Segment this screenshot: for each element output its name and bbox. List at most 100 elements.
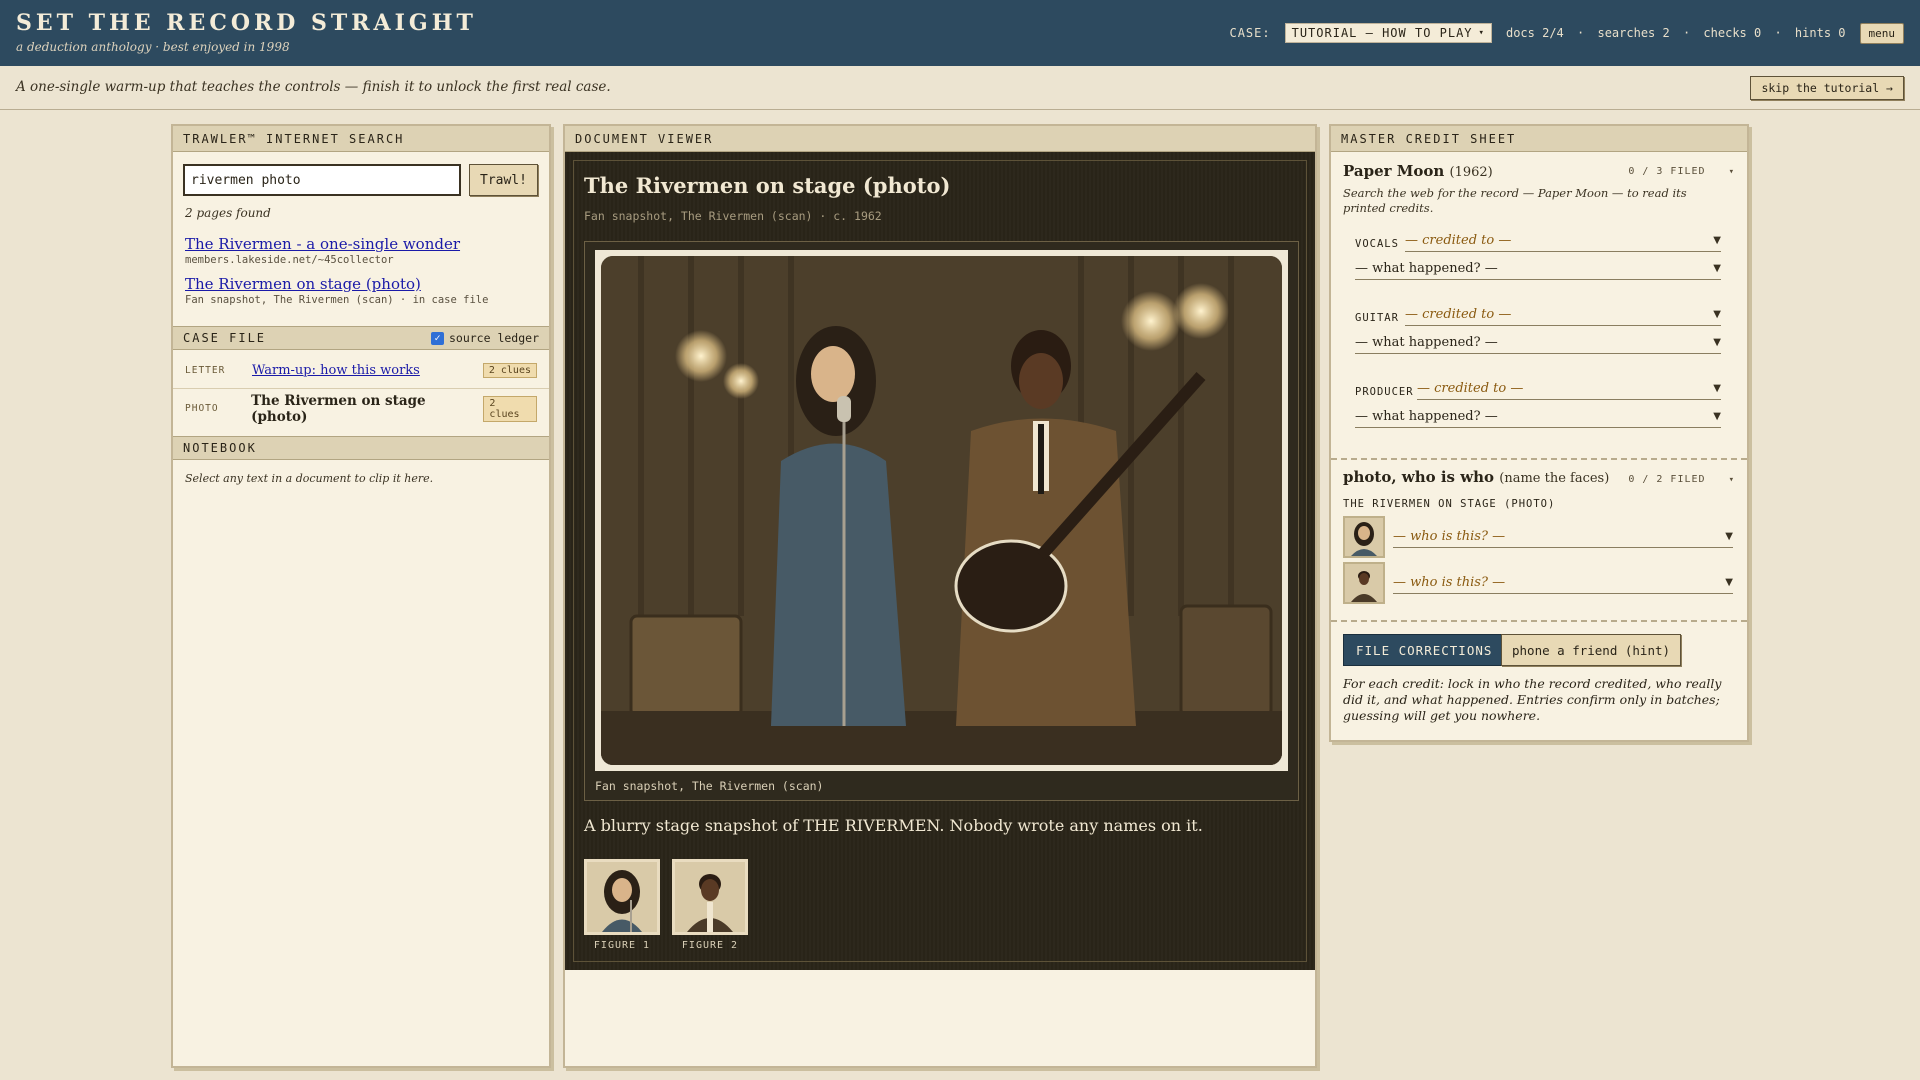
guitarist-portrait-icon bbox=[675, 862, 745, 932]
search-input[interactable]: rivermen photo bbox=[183, 164, 461, 196]
guitarist-face-icon bbox=[1345, 564, 1383, 602]
photo-section-subcaption: THE RIVERMEN ON STAGE (PHOTO) bbox=[1343, 498, 1556, 510]
file-corrections-button[interactable]: FILE CORRECTIONS bbox=[1343, 634, 1506, 666]
stage-photo-illustration bbox=[601, 256, 1282, 765]
chevron-down-icon: ▾ bbox=[1478, 28, 1485, 38]
document-surface: The Rivermen on stage (photo) Fan snapsh… bbox=[565, 152, 1315, 970]
record-filed-count[interactable]: 0 / 3 FILED ▾ bbox=[1628, 166, 1735, 177]
figure-label: FIGURE 2 bbox=[681, 940, 739, 951]
results-count: 2 pages found bbox=[185, 206, 271, 220]
case-item-type: LETTER bbox=[185, 364, 226, 376]
singer-portrait-icon bbox=[587, 862, 657, 932]
who-is-this-select[interactable]: — who is this? — ▼ bbox=[1393, 526, 1733, 548]
section-divider bbox=[1331, 458, 1747, 460]
search-panel: TRAWLER™ INTERNET SEARCH rivermen photo … bbox=[171, 124, 551, 1068]
search-result-url: Fan snapshot, The Rivermen (scan) · in c… bbox=[185, 294, 489, 306]
photo-section-name: photo, who is who bbox=[1343, 468, 1495, 486]
what-happened-value: — what happened? — bbox=[1355, 409, 1498, 424]
document-frame: The Rivermen on stage (photo) Fan snapsh… bbox=[573, 160, 1307, 962]
stat-separator: · bbox=[1682, 26, 1691, 40]
what-happened-select[interactable]: — what happened? — ▼ bbox=[1355, 332, 1721, 354]
credited-to-select[interactable]: — credited to — ▼ bbox=[1417, 378, 1721, 400]
credited-to-select[interactable]: — credited to — ▼ bbox=[1405, 230, 1721, 252]
face-thumbnail bbox=[1343, 562, 1385, 604]
chevron-down-icon: ▼ bbox=[1713, 309, 1721, 320]
chevron-down-icon: ▼ bbox=[1713, 235, 1721, 246]
clues-badge: 2 clues bbox=[483, 395, 537, 422]
header-controls: CASE: TUTORIAL — HOW TO PLAY ▾ docs 2/4 … bbox=[1229, 21, 1904, 45]
source-ledger-toggle[interactable]: ✓ source ledger bbox=[430, 331, 539, 345]
photo-section-title: photo, who is who (name the faces) bbox=[1343, 468, 1609, 486]
photo-filed-count[interactable]: 0 / 2 FILED ▾ bbox=[1628, 474, 1735, 485]
role-label: GUITAR bbox=[1355, 312, 1399, 324]
checkbox-checked-icon[interactable]: ✓ bbox=[430, 331, 444, 345]
figure-image[interactable] bbox=[672, 859, 748, 935]
notebook-hint: Select any text in a document to clip it… bbox=[185, 472, 434, 485]
chevron-down-icon: ▾ bbox=[1728, 167, 1735, 177]
search-panel-header: TRAWLER™ INTERNET SEARCH bbox=[173, 126, 549, 152]
case-select-value: TUTORIAL — HOW TO PLAY bbox=[1291, 26, 1473, 40]
document-subtitle: Fan snapshot, The Rivermen (scan) · c. 1… bbox=[584, 209, 882, 223]
source-ledger-label: source ledger bbox=[448, 331, 539, 345]
chevron-down-icon: ▼ bbox=[1713, 411, 1721, 422]
stat-searches: searches 2 bbox=[1597, 26, 1670, 40]
search-result: The Rivermen on stage (photo) Fan snapsh… bbox=[185, 274, 488, 306]
stage-photo[interactable] bbox=[595, 250, 1288, 771]
credited-to-select[interactable]: — credited to — ▼ bbox=[1405, 304, 1721, 326]
stage-photo-art bbox=[601, 256, 1282, 765]
what-happened-select[interactable]: — what happened? — ▼ bbox=[1355, 258, 1721, 280]
phone-a-friend-button[interactable]: phone a friend (hint) bbox=[1501, 634, 1682, 666]
who-is-this-value: — who is this? — bbox=[1393, 575, 1506, 590]
section-divider bbox=[1331, 620, 1747, 622]
skip-tutorial-button[interactable]: skip the tutorial → bbox=[1750, 76, 1904, 100]
document-viewer: DOCUMENT VIEWER The Rivermen on stage (p… bbox=[563, 124, 1317, 1068]
stat-separator: · bbox=[1774, 26, 1782, 40]
case-file-title: CASE FILE bbox=[183, 331, 267, 345]
role-label: VOCALS bbox=[1355, 238, 1399, 250]
document-description: A blurry stage snapshot of THE RIVERMEN.… bbox=[584, 816, 1203, 835]
who-is-this-select[interactable]: — who is this? — ▼ bbox=[1393, 572, 1733, 594]
case-item-type: PHOTO bbox=[185, 403, 219, 414]
viewer-header: DOCUMENT VIEWER bbox=[565, 126, 1315, 152]
chevron-down-icon: ▼ bbox=[1713, 337, 1721, 348]
stats: docs 2/4 · searches 2 · checks 0 · hints… bbox=[1506, 26, 1846, 40]
intro-bar: A one-single warm-up that teaches the co… bbox=[0, 66, 1920, 110]
chevron-down-icon: ▼ bbox=[1713, 383, 1721, 394]
figure-thumbnail[interactable]: FIGURE 1 bbox=[584, 859, 660, 951]
credited-to-value: — credited to — bbox=[1405, 233, 1512, 248]
photo-caption: Fan snapshot, The Rivermen (scan) bbox=[595, 779, 824, 793]
document-title: The Rivermen on stage (photo) bbox=[584, 173, 951, 198]
search-result-link[interactable]: The Rivermen on stage (photo) bbox=[185, 275, 421, 293]
case-label: CASE: bbox=[1229, 26, 1271, 40]
case-file-header: CASE FILE ✓ source ledger bbox=[173, 326, 549, 350]
intro-text: A one-single warm-up that teaches the co… bbox=[16, 79, 611, 95]
credit-sheet-header: MASTER CREDIT SHEET bbox=[1331, 126, 1747, 152]
case-select[interactable]: TUTORIAL — HOW TO PLAY ▾ bbox=[1284, 23, 1492, 43]
chevron-down-icon: ▼ bbox=[1725, 577, 1733, 588]
what-happened-select[interactable]: — what happened? — ▼ bbox=[1355, 406, 1721, 428]
face-thumbnail bbox=[1343, 516, 1385, 558]
chevron-down-icon: ▼ bbox=[1713, 263, 1721, 274]
photo-section-note: (name the faces) bbox=[1499, 471, 1610, 486]
trawl-button[interactable]: Trawl! bbox=[469, 164, 538, 196]
case-file-item[interactable]: PHOTO The Rivermen on stage (photo) 2 cl… bbox=[173, 390, 549, 427]
figure-label: FIGURE 1 bbox=[593, 940, 651, 951]
photo-frame: Fan snapshot, The Rivermen (scan) bbox=[584, 241, 1299, 801]
notebook-header: NOTEBOOK bbox=[173, 436, 549, 460]
what-happened-value: — what happened? — bbox=[1355, 261, 1498, 276]
case-file-item[interactable]: LETTER Warm-up: how this works 2 clues bbox=[173, 352, 549, 389]
record-year: (1962) bbox=[1449, 165, 1493, 180]
figure-thumbnail[interactable]: FIGURE 2 bbox=[672, 859, 748, 951]
case-item-title[interactable]: Warm-up: how this works bbox=[252, 363, 420, 378]
stat-docs: docs 2/4 bbox=[1505, 26, 1564, 40]
filed-text: 0 / 3 FILED bbox=[1628, 166, 1706, 177]
case-item-title[interactable]: The Rivermen on stage (photo) bbox=[251, 393, 483, 425]
menu-button[interactable]: menu bbox=[1859, 22, 1904, 44]
stat-hints: hints 0 bbox=[1794, 26, 1846, 40]
role-label: PRODUCER bbox=[1355, 386, 1414, 398]
figure-image[interactable] bbox=[584, 859, 660, 935]
filed-text: 0 / 2 FILED bbox=[1628, 474, 1706, 485]
search-result-link[interactable]: The Rivermen - a one-single wonder bbox=[185, 235, 460, 253]
search-result-url: members.lakeside.net/~45collector bbox=[185, 254, 394, 266]
notebook-title: NOTEBOOK bbox=[183, 441, 257, 455]
